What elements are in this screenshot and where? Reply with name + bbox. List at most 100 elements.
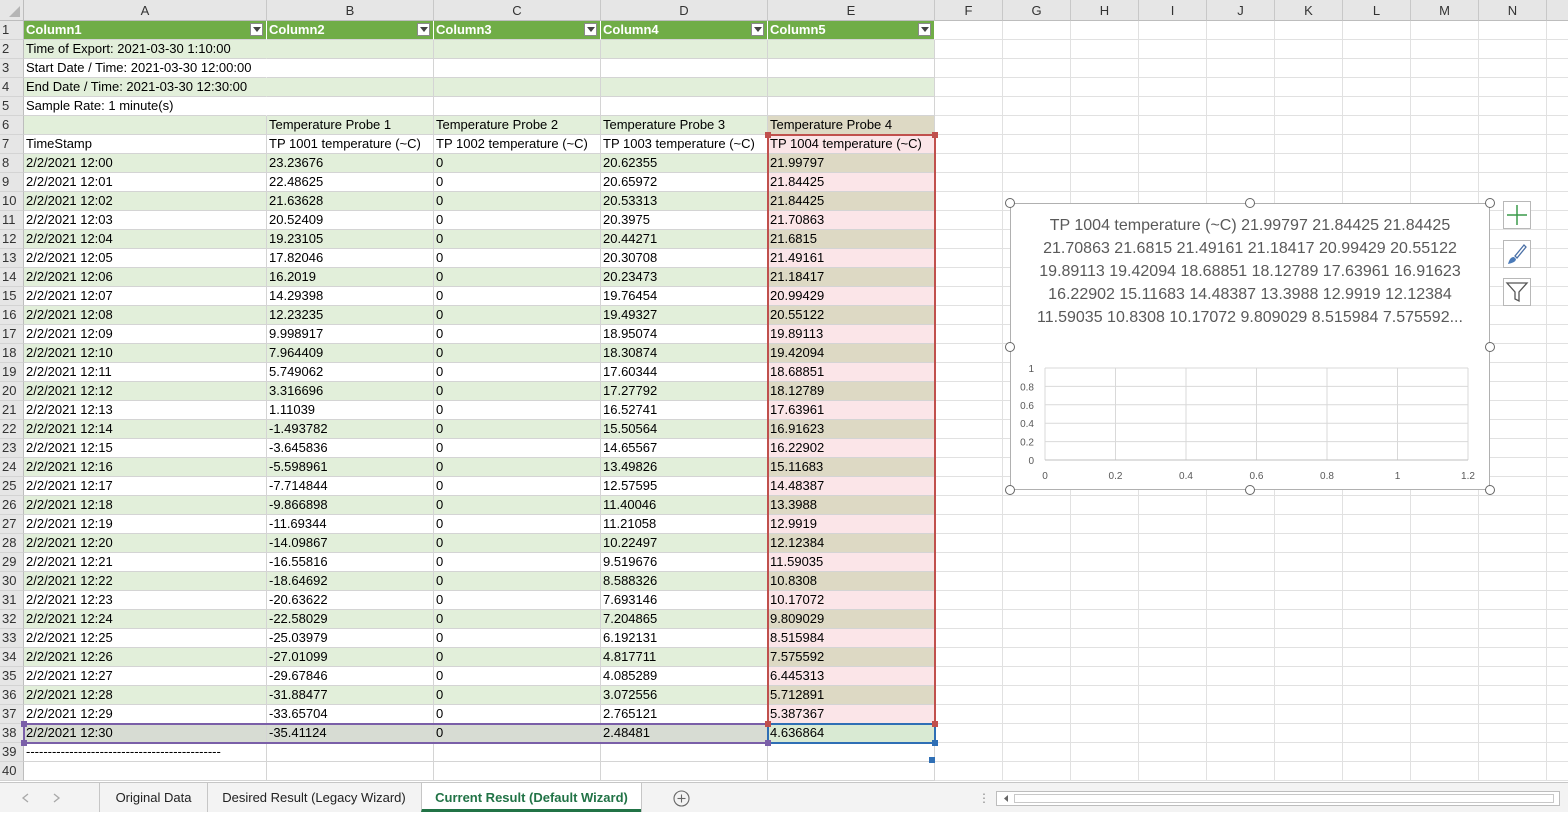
data-cell[interactable]: 2/2/2021 12:24 xyxy=(24,610,267,629)
data-cell[interactable]: 0 xyxy=(434,667,601,686)
data-cell[interactable]: 12.57595 xyxy=(601,477,768,496)
empty-cell[interactable] xyxy=(1343,743,1411,762)
empty-cell[interactable] xyxy=(1003,553,1071,572)
empty-cell[interactable] xyxy=(1139,743,1207,762)
data-cell[interactable]: 4.817711 xyxy=(601,648,768,667)
empty-cell[interactable] xyxy=(935,439,1003,458)
data-cell[interactable]: -22.58029 xyxy=(267,610,434,629)
empty-table-cell[interactable] xyxy=(601,97,768,116)
data-cell[interactable]: 2/2/2021 12:15 xyxy=(24,439,267,458)
column-header-h[interactable]: H xyxy=(1071,0,1139,21)
row-header-35[interactable]: 35 xyxy=(0,667,24,686)
empty-cell[interactable] xyxy=(1547,629,1568,648)
empty-cell[interactable] xyxy=(1275,534,1343,553)
empty-cell[interactable] xyxy=(1547,116,1568,135)
empty-cell[interactable] xyxy=(1071,40,1139,59)
data-cell[interactable]: 4.636864 xyxy=(768,724,935,743)
table-header-3[interactable]: Column3 xyxy=(434,21,601,40)
empty-cell[interactable] xyxy=(1479,154,1547,173)
data-cell[interactable]: 0 xyxy=(434,648,601,667)
empty-cell[interactable] xyxy=(1547,648,1568,667)
column-header-c[interactable]: C xyxy=(434,0,601,21)
chart-plot-area[interactable]: 0 0.2 0.4 0.6 0.8 1 1.2 0 0.2 0.4 0.6 0.8 1 xyxy=(1011,204,1491,491)
data-cell[interactable]: 14.65567 xyxy=(601,439,768,458)
data-cell[interactable]: -5.598961 xyxy=(267,458,434,477)
probe-label-1[interactable]: Temperature Probe 1 xyxy=(267,116,434,135)
empty-cell[interactable] xyxy=(1411,116,1479,135)
empty-cell[interactable] xyxy=(1547,135,1568,154)
chart-resize-handle[interactable] xyxy=(1485,341,1495,352)
horizontal-scrollbar[interactable] xyxy=(996,791,1560,806)
data-cell[interactable]: 2/2/2021 12:11 xyxy=(24,363,267,382)
data-cell[interactable]: 18.68851 xyxy=(768,363,935,382)
row-header-29[interactable]: 29 xyxy=(0,553,24,572)
empty-cell[interactable] xyxy=(1207,553,1275,572)
data-cell[interactable]: 12.9919 xyxy=(768,515,935,534)
empty-cell[interactable] xyxy=(935,306,1003,325)
data-cell[interactable]: 0 xyxy=(434,192,601,211)
empty-cell[interactable] xyxy=(1207,173,1275,192)
column-header-m[interactable]: M xyxy=(1411,0,1479,21)
data-cell[interactable]: 15.50564 xyxy=(601,420,768,439)
empty-table-cell[interactable] xyxy=(267,78,434,97)
empty-cell[interactable] xyxy=(1411,154,1479,173)
empty-cell[interactable] xyxy=(1139,97,1207,116)
row-header-32[interactable]: 32 xyxy=(0,610,24,629)
empty-cell[interactable] xyxy=(935,496,1003,515)
empty-cell[interactable] xyxy=(1547,401,1568,420)
empty-cell[interactable] xyxy=(1411,78,1479,97)
probe-label-2[interactable]: Temperature Probe 2 xyxy=(434,116,601,135)
data-cell[interactable]: 12.12384 xyxy=(768,534,935,553)
data-cell[interactable]: -14.09867 xyxy=(267,534,434,553)
empty-cell[interactable] xyxy=(1547,59,1568,78)
empty-cell[interactable] xyxy=(1275,553,1343,572)
data-cell[interactable]: -16.55816 xyxy=(267,553,434,572)
empty-cell[interactable] xyxy=(1207,705,1275,724)
empty-cell[interactable] xyxy=(1003,686,1071,705)
empty-cell[interactable] xyxy=(1071,21,1139,40)
row-header-36[interactable]: 36 xyxy=(0,686,24,705)
data-cell[interactable]: 2/2/2021 12:01 xyxy=(24,173,267,192)
empty-cell[interactable] xyxy=(1207,496,1275,515)
range-handle[interactable] xyxy=(932,132,938,138)
data-cell[interactable]: 2/2/2021 12:18 xyxy=(24,496,267,515)
empty-cell[interactable] xyxy=(1411,534,1479,553)
data-cell[interactable]: 17.63961 xyxy=(768,401,935,420)
empty-cell[interactable] xyxy=(935,762,1003,781)
empty-cell[interactable] xyxy=(1547,477,1568,496)
data-cell[interactable]: 2/2/2021 12:28 xyxy=(24,686,267,705)
row-header-22[interactable]: 22 xyxy=(0,420,24,439)
data-cell[interactable]: 18.12789 xyxy=(768,382,935,401)
tab-current-result[interactable]: Current Result (Default Wizard) xyxy=(421,783,641,812)
empty-cell[interactable] xyxy=(1003,743,1071,762)
empty-cell[interactable] xyxy=(1547,211,1568,230)
data-cell[interactable]: 0 xyxy=(434,344,601,363)
empty-cell[interactable] xyxy=(1411,97,1479,116)
empty-table-cell[interactable] xyxy=(768,40,935,59)
data-cell[interactable]: 10.8308 xyxy=(768,572,935,591)
empty-cell[interactable] xyxy=(1343,572,1411,591)
empty-cell[interactable] xyxy=(1071,572,1139,591)
empty-cell[interactable] xyxy=(935,135,1003,154)
empty-cell[interactable] xyxy=(1207,591,1275,610)
data-cell[interactable]: 2/2/2021 12:00 xyxy=(24,154,267,173)
column-header-j[interactable]: J xyxy=(1207,0,1275,21)
data-cell[interactable]: 2/2/2021 12:26 xyxy=(24,648,267,667)
data-cell[interactable]: 2/2/2021 12:08 xyxy=(24,306,267,325)
range-handle[interactable] xyxy=(765,132,771,138)
empty-cell[interactable] xyxy=(1207,40,1275,59)
data-cell[interactable]: 9.519676 xyxy=(601,553,768,572)
data-cell[interactable]: -1.493782 xyxy=(267,420,434,439)
data-cell[interactable]: 0 xyxy=(434,477,601,496)
data-cell[interactable]: 16.52741 xyxy=(601,401,768,420)
chart-styles-button[interactable] xyxy=(1503,240,1531,268)
empty-cell[interactable] xyxy=(1139,629,1207,648)
data-cell[interactable]: 7.693146 xyxy=(601,591,768,610)
row-header-15[interactable]: 15 xyxy=(0,287,24,306)
data-cell[interactable]: 21.84425 xyxy=(768,192,935,211)
empty-cell[interactable] xyxy=(1139,553,1207,572)
data-cell[interactable]: 0 xyxy=(434,629,601,648)
column-header-n[interactable]: N xyxy=(1479,0,1547,21)
empty-cell[interactable] xyxy=(935,648,1003,667)
empty-cell[interactable] xyxy=(1411,572,1479,591)
